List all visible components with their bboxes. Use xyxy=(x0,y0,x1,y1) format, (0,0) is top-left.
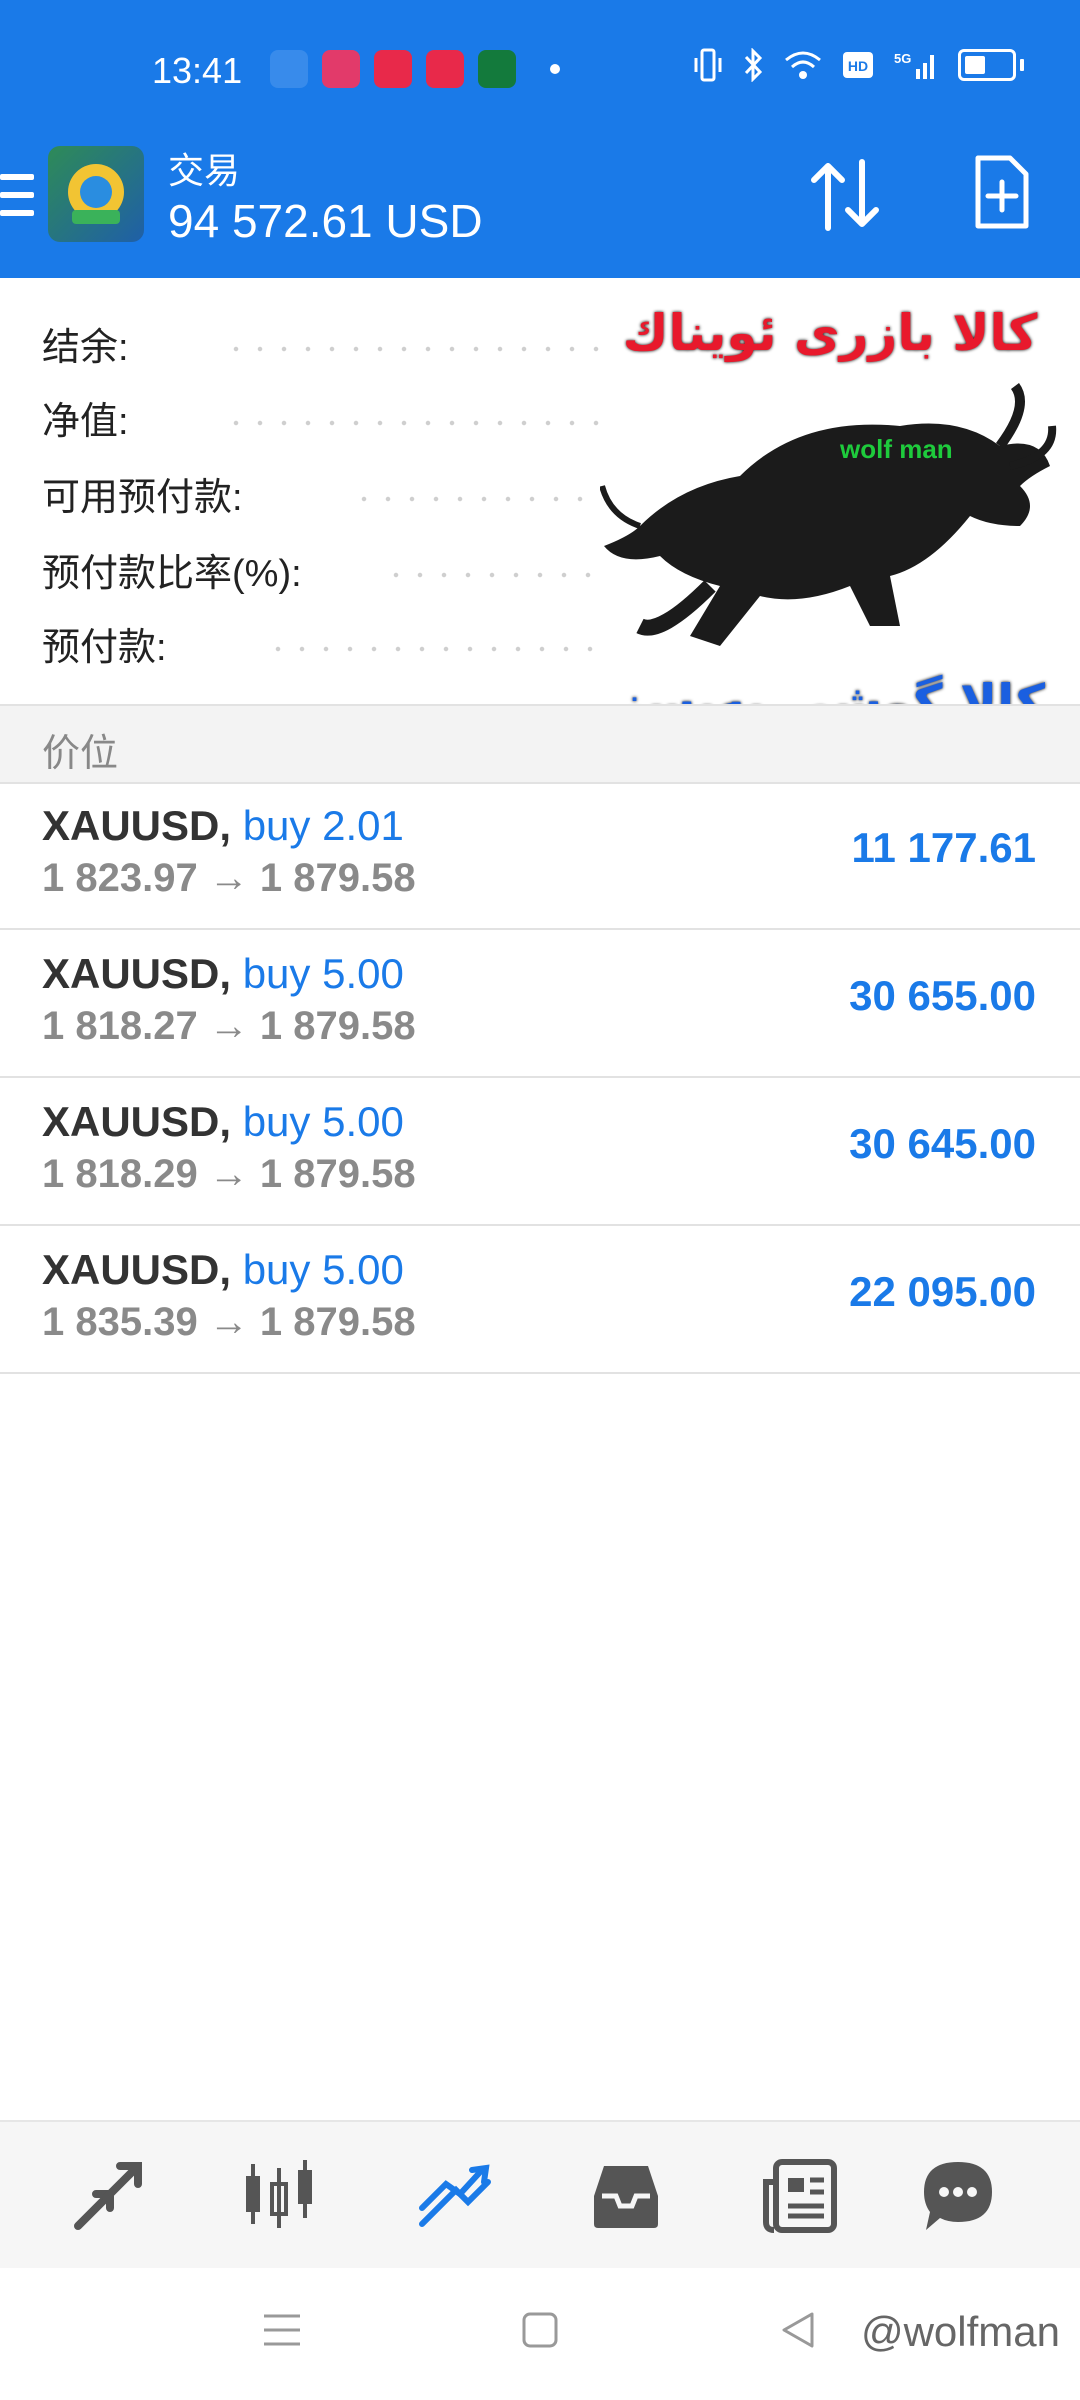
top-bar: 13:41 HD 5G 交易 94 572.61 USD xyxy=(0,0,1080,278)
bluetooth-icon xyxy=(744,48,763,82)
position-symbol-text: XAUUSD, xyxy=(42,950,232,997)
position-row[interactable]: XAUUSD, buy 5.00 1 835.39 → 1 879.58 22 … xyxy=(0,1226,1080,1374)
position-row[interactable]: XAUUSD, buy 5.00 1 818.29 → 1 879.58 30 … xyxy=(0,1078,1080,1226)
position-row[interactable]: XAUUSD, buy 2.01 1 823.97 → 1 879.58 11 … xyxy=(0,782,1080,930)
battery-tip xyxy=(1020,59,1024,71)
position-profit: 30 645.00 xyxy=(849,1120,1036,1167)
video-app-icon xyxy=(374,50,412,88)
position-symbol-text: XAUUSD, xyxy=(42,1098,232,1145)
system-nav-bar: @wolfman xyxy=(0,2268,1080,2400)
bottom-toolbar xyxy=(0,2120,1080,2268)
position-symbol: XAUUSD, buy 5.00 xyxy=(42,1246,404,1294)
more-notifications-dot xyxy=(550,64,560,74)
app-logo xyxy=(48,146,144,242)
position-prices: 1 818.27 → 1 879.58 xyxy=(42,1004,416,1048)
svg-text:HD: HD xyxy=(848,58,868,74)
promo-overlay: کالا بازری ئویناك wolf man کالا گوشی یەی… xyxy=(600,300,1060,760)
position-profit: 30 655.00 xyxy=(849,972,1036,1019)
position-profit: 11 177.61 xyxy=(851,824,1036,871)
svg-text:5G: 5G xyxy=(894,51,911,66)
signal-5g-icon: 5G xyxy=(894,51,934,79)
music-app-icon xyxy=(426,50,464,88)
back-icon[interactable] xyxy=(778,2310,818,2350)
quotes-icon[interactable] xyxy=(70,2158,146,2234)
position-side: buy 5.00 xyxy=(242,1246,404,1293)
app-notif-icon xyxy=(322,50,360,88)
sort-icon[interactable] xyxy=(808,158,882,232)
position-symbol: XAUUSD, buy 5.00 xyxy=(42,950,404,998)
messages-icon[interactable] xyxy=(920,2158,996,2234)
summary-margin-level-label: 预付款比率(%): xyxy=(42,553,302,595)
watermark: @wolfman xyxy=(860,2308,1060,2355)
vibrate-icon xyxy=(694,48,722,82)
battery-icon xyxy=(958,49,1016,81)
account-balance: 94 572.61 USD xyxy=(168,195,483,247)
position-symbol-text: XAUUSD, xyxy=(42,802,232,849)
bull-image xyxy=(600,383,1057,646)
position-side: buy 5.00 xyxy=(242,1098,404,1145)
position-prices: 1 823.97 → 1 879.58 xyxy=(42,856,416,900)
summary-dots xyxy=(266,646,606,652)
position-row[interactable]: XAUUSD, buy 5.00 1 818.27 → 1 879.58 30 … xyxy=(0,930,1080,1078)
oppo-app-icon xyxy=(478,50,516,88)
promo-brand: wolf man xyxy=(840,434,953,464)
position-symbol-text: XAUUSD, xyxy=(42,1246,232,1293)
positions-section-header: 价位 xyxy=(0,704,1080,784)
metatrader-logo-icon xyxy=(68,164,124,224)
new-order-icon[interactable] xyxy=(972,154,1030,230)
wifi-icon xyxy=(785,51,821,79)
summary-dots xyxy=(224,420,604,426)
summary-dots xyxy=(352,496,602,502)
hd-icon: HD xyxy=(843,52,873,78)
trade-icon[interactable] xyxy=(416,2158,492,2234)
summary-margin-label: 预付款: xyxy=(42,627,167,669)
position-symbol: XAUUSD, buy 2.01 xyxy=(42,802,404,850)
positions-list: XAUUSD, buy 2.01 1 823.97 → 1 879.58 11 … xyxy=(0,782,1080,1374)
app-bar: 交易 94 572.61 USD xyxy=(0,140,1080,278)
summary-dots xyxy=(384,572,604,578)
history-icon[interactable] xyxy=(588,2158,664,2234)
position-prices: 1 818.29 → 1 879.58 xyxy=(42,1152,416,1196)
recent-apps-icon[interactable] xyxy=(262,2310,302,2350)
home-icon[interactable] xyxy=(520,2310,560,2350)
position-prices: 1 835.39 → 1 879.58 xyxy=(42,1300,416,1344)
summary-balance-label: 结余: xyxy=(42,327,129,369)
summary-dots xyxy=(224,346,604,352)
position-profit: 22 095.00 xyxy=(849,1268,1036,1315)
chart-icon[interactable] xyxy=(242,2158,318,2234)
hamburger-menu-icon[interactable] xyxy=(0,174,34,224)
position-side: buy 5.00 xyxy=(242,950,404,997)
wechat-icon xyxy=(270,50,308,88)
status-bar: 13:41 HD 5G xyxy=(0,0,1080,140)
app-title: 交易 xyxy=(168,150,241,191)
position-symbol: XAUUSD, buy 5.00 xyxy=(42,1098,404,1146)
summary-free-margin-label: 可用预付款: xyxy=(42,477,243,519)
summary-equity-label: 净值: xyxy=(42,401,129,443)
news-icon[interactable] xyxy=(762,2158,838,2234)
position-side: buy 2.01 xyxy=(242,802,404,849)
status-indicators: HD 5G xyxy=(694,48,1024,82)
section-title: 价位 xyxy=(42,733,119,775)
status-time: 13:41 xyxy=(152,50,243,91)
promo-top-text: کالا بازری ئویناك xyxy=(622,304,1038,362)
